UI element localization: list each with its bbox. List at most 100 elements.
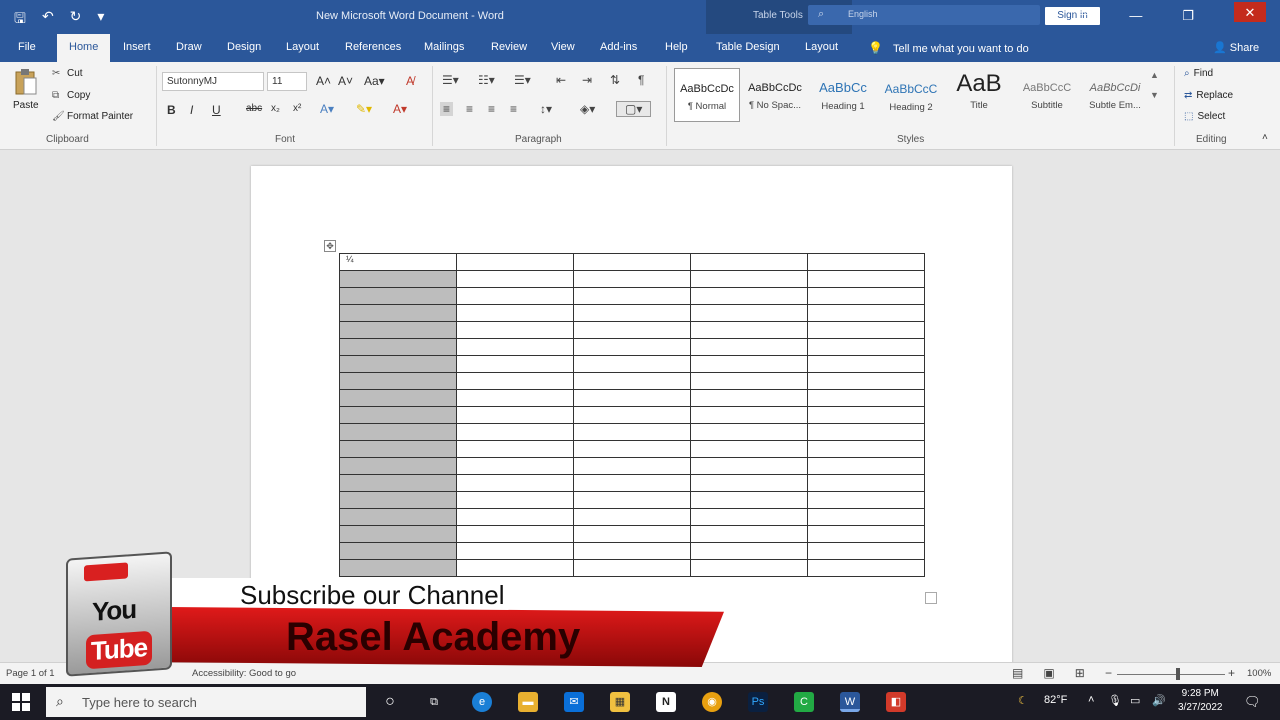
format-painter-button[interactable]: 🖌 Format Painter <box>52 111 133 122</box>
tab-insert[interactable]: Insert <box>123 41 151 53</box>
table-cell[interactable] <box>456 406 574 424</box>
customize-qat-icon[interactable]: ▾ <box>97 8 104 32</box>
redo-icon[interactable]: ↻ <box>70 8 82 32</box>
table-cell[interactable] <box>339 440 457 458</box>
windows-start-icon[interactable] <box>12 693 30 711</box>
network-icon[interactable]: ▭ <box>1130 694 1140 707</box>
superscript-icon[interactable]: x² <box>293 103 301 114</box>
notifications-icon[interactable]: 🗨 <box>1244 694 1261 710</box>
style-subtitle[interactable]: AaBbCcC Subtitle <box>1014 68 1080 122</box>
table-cell[interactable] <box>456 270 574 288</box>
numbering-icon[interactable]: ☷▾ <box>478 73 495 87</box>
undo-icon[interactable]: ↶ <box>42 8 54 32</box>
zoom-slider[interactable] <box>1117 674 1225 675</box>
table-cell[interactable] <box>807 525 925 543</box>
tab-add-ins[interactable]: Add-ins <box>600 41 637 53</box>
zoom-in-icon[interactable]: + <box>1228 666 1235 680</box>
table-cell[interactable] <box>573 338 691 356</box>
font-color-icon[interactable]: A▾ <box>393 102 407 116</box>
subscript-icon[interactable]: x₂ <box>271 103 280 114</box>
table-cell[interactable] <box>456 491 574 509</box>
title-search-box[interactable]: ⌕ English <box>808 5 1040 25</box>
table-cell[interactable] <box>456 474 574 492</box>
table-cell[interactable]: ¼ <box>339 253 457 271</box>
table-cell[interactable] <box>573 457 691 475</box>
table-cell[interactable] <box>807 304 925 322</box>
table-cell[interactable] <box>573 287 691 305</box>
table-cell[interactable] <box>456 338 574 356</box>
grow-font-icon[interactable]: A˄ <box>316 74 331 88</box>
table-cell[interactable] <box>807 491 925 509</box>
font-size-select[interactable]: 11 <box>267 72 307 91</box>
camtasia-icon[interactable]: C <box>794 692 814 712</box>
table-cell[interactable] <box>339 491 457 509</box>
recorder-icon[interactable]: ◧ <box>886 692 906 712</box>
tab-draw[interactable]: Draw <box>176 41 202 53</box>
table-cell[interactable] <box>573 423 691 441</box>
table-cell[interactable] <box>807 287 925 305</box>
table-cell[interactable] <box>573 525 691 543</box>
style-heading-2[interactable]: AaBbCcC Heading 2 <box>878 68 944 122</box>
shading-icon[interactable]: ◈▾ <box>580 102 595 116</box>
save-icon[interactable]: 🖫 <box>14 8 26 32</box>
table-cell[interactable] <box>456 372 574 390</box>
restore-icon[interactable]: ❐ <box>1182 8 1194 24</box>
table-cell[interactable] <box>573 389 691 407</box>
table-cell[interactable] <box>456 423 574 441</box>
table-cell[interactable] <box>573 406 691 424</box>
table-cell[interactable] <box>690 457 808 475</box>
table-cell[interactable] <box>339 406 457 424</box>
task-view-icon[interactable]: ⧉ <box>424 692 444 712</box>
print-layout-icon[interactable]: ▣ <box>1043 666 1054 680</box>
bold-icon[interactable]: B <box>167 103 176 117</box>
tab-mailings[interactable]: Mailings <box>424 41 464 53</box>
styles-scroll-down-icon[interactable]: ▼ <box>1150 90 1159 100</box>
weather-icon[interactable]: ☾ <box>1018 694 1028 707</box>
zoom-slider-handle[interactable] <box>1176 668 1180 680</box>
table-cell[interactable] <box>456 525 574 543</box>
table-cell[interactable] <box>807 355 925 373</box>
copy-button[interactable]: ⧉ Copy <box>52 90 90 101</box>
font-name-select[interactable]: SutonnyMJ <box>162 72 264 91</box>
table-cell[interactable] <box>339 372 457 390</box>
table-cell[interactable] <box>339 457 457 475</box>
replace-button[interactable]: ⇄ Replace <box>1184 90 1233 101</box>
table-move-handle-icon[interactable]: ✥ <box>324 240 336 252</box>
table-cell[interactable] <box>573 508 691 526</box>
table-cell[interactable] <box>339 508 457 526</box>
style-title[interactable]: AaB Title <box>946 68 1012 122</box>
table-cell[interactable] <box>807 389 925 407</box>
table-cell[interactable] <box>690 270 808 288</box>
paste-label[interactable]: Paste <box>13 100 39 111</box>
file-explorer-icon[interactable]: ▬ <box>518 692 538 712</box>
table-cell[interactable] <box>456 355 574 373</box>
paste-icon[interactable] <box>14 68 38 96</box>
table-cell[interactable] <box>339 423 457 441</box>
align-right-icon[interactable]: ≡ <box>488 102 495 116</box>
select-button[interactable]: ⬚ Select <box>1184 111 1225 122</box>
ribbon-display-icon[interactable]: ▭ <box>1077 8 1089 24</box>
show-hidden-icons-icon[interactable]: ˄ <box>1088 694 1094 706</box>
temperature[interactable]: 82°F <box>1044 694 1067 706</box>
table-cell[interactable] <box>573 474 691 492</box>
italic-icon[interactable]: I <box>190 103 193 117</box>
table-cell[interactable] <box>456 508 574 526</box>
table-cell[interactable] <box>690 321 808 339</box>
zoom-out-icon[interactable]: − <box>1105 666 1112 680</box>
table-cell[interactable] <box>807 508 925 526</box>
text-effects-icon[interactable]: A▾ <box>320 102 334 116</box>
tab-review[interactable]: Review <box>491 41 527 53</box>
table-cell[interactable] <box>339 474 457 492</box>
multilevel-list-icon[interactable]: ☰▾ <box>514 73 531 87</box>
increase-indent-icon[interactable]: ⇥ <box>582 73 592 87</box>
table-cell[interactable] <box>807 423 925 441</box>
table-cell[interactable] <box>690 491 808 509</box>
table-cell[interactable] <box>339 355 457 373</box>
styles-scroll-up-icon[interactable]: ▲ <box>1150 70 1159 80</box>
table-cell[interactable] <box>573 270 691 288</box>
clock[interactable]: 9:28 PM 3/27/2022 <box>1178 687 1223 715</box>
tab-layout[interactable]: Layout <box>286 41 319 53</box>
close-icon[interactable]: ✕ <box>1234 2 1266 22</box>
table-cell[interactable] <box>573 440 691 458</box>
table-cell[interactable] <box>339 389 457 407</box>
